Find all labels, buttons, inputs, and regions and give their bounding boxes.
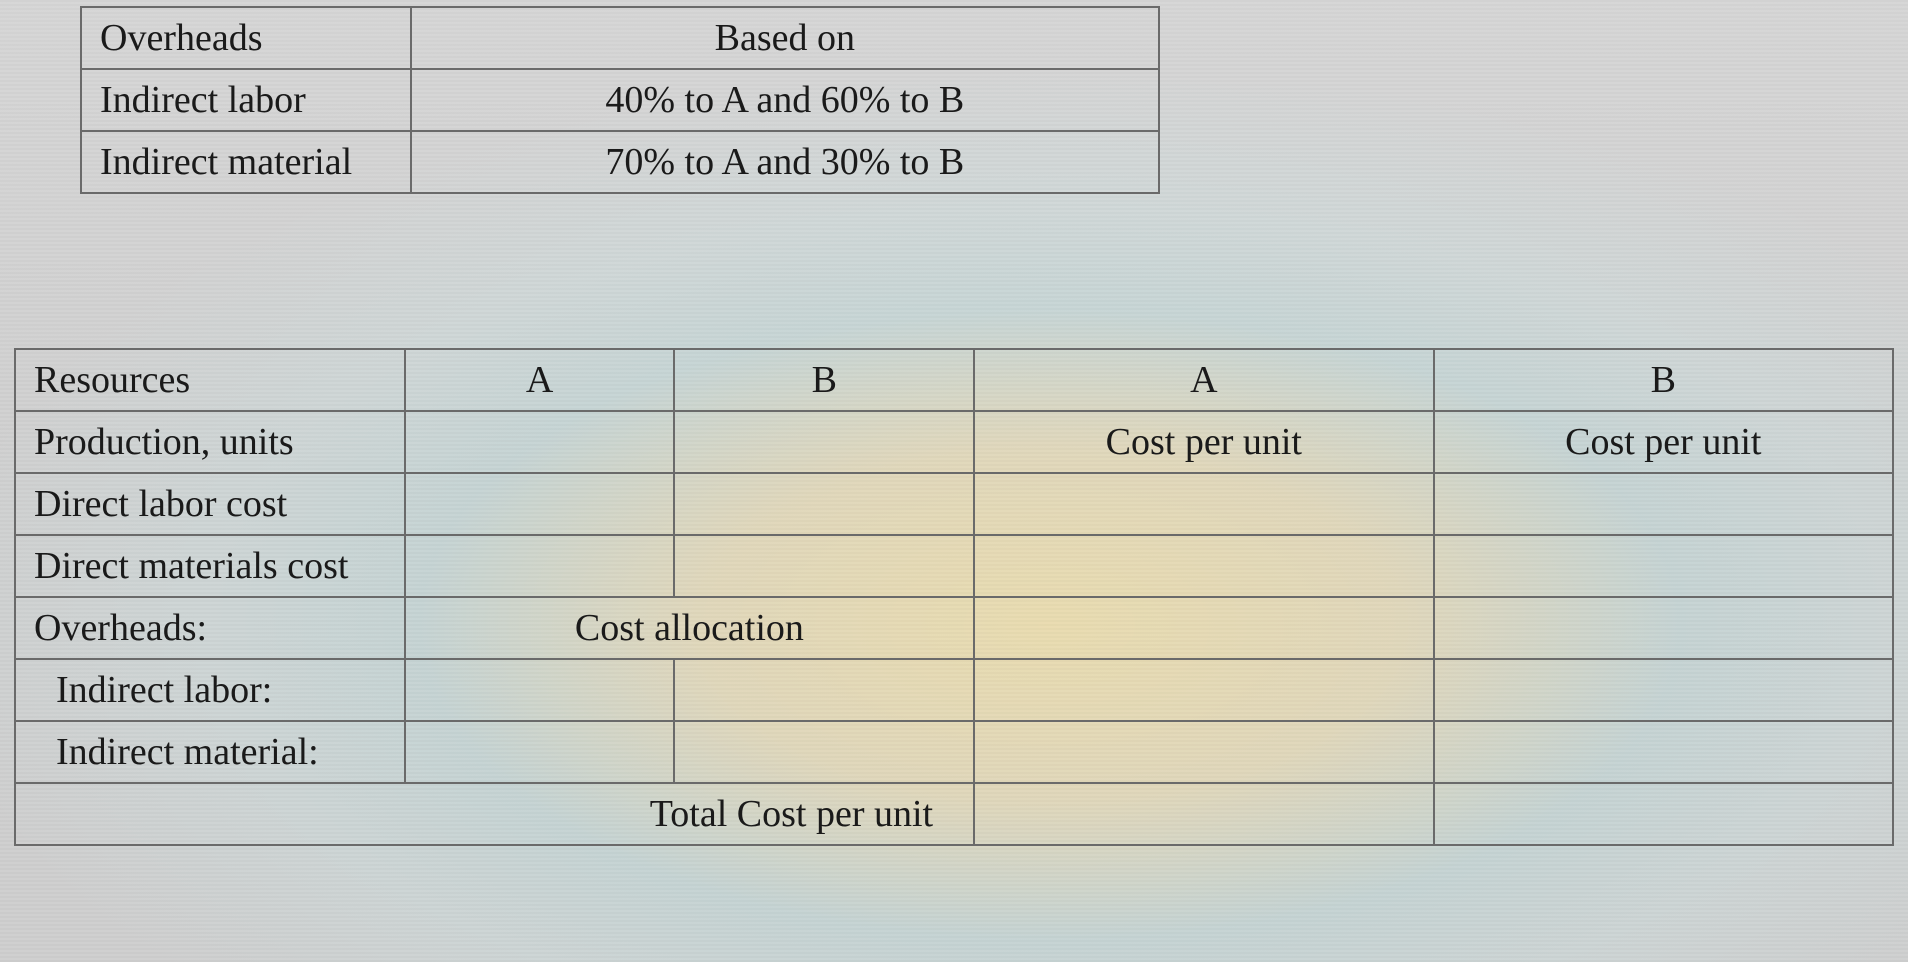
row-indirectlabor-b (674, 659, 974, 721)
row-indirectlabor-label: Indirect labor: (15, 659, 405, 721)
row-indirectlabor-a (405, 659, 675, 721)
row-indirectmaterial-cpu-b (1434, 721, 1893, 783)
cell-overheads-header: Overheads (81, 7, 411, 69)
table-row: Direct labor cost (15, 473, 1893, 535)
row-total-cpu-b (1434, 783, 1893, 845)
row-directmaterials-cpu-b (1434, 535, 1893, 597)
row-overheads-label: Overheads: (15, 597, 405, 659)
row-production-label: Production, units (15, 411, 405, 473)
row-indirectmaterial-cpu-a (974, 721, 1433, 783)
row-directlabor-cpu-a (974, 473, 1433, 535)
cell-indirect-material-basis: 70% to A and 30% to B (411, 131, 1159, 193)
header-a-cpu: A (974, 349, 1433, 411)
table-row: Total Cost per unit (15, 783, 1893, 845)
row-directlabor-b (674, 473, 974, 535)
row-directmaterials-cpu-a (974, 535, 1433, 597)
table-row: Resources A B A B (15, 349, 1893, 411)
table-row: Overheads Based on (81, 7, 1159, 69)
row-overheads-cpu-b (1434, 597, 1893, 659)
row-overheads-costallocation: Cost allocation (405, 597, 974, 659)
table-row: Production, units Cost per unit Cost per… (15, 411, 1893, 473)
header-b-cpu: B (1434, 349, 1893, 411)
row-directlabor-a (405, 473, 675, 535)
row-production-cpu-b: Cost per unit (1434, 411, 1893, 473)
header-resources: Resources (15, 349, 405, 411)
table-row: Indirect material 70% to A and 30% to B (81, 131, 1159, 193)
header-a: A (405, 349, 675, 411)
cell-indirect-material-label: Indirect material (81, 131, 411, 193)
table-row: Direct materials cost (15, 535, 1893, 597)
row-directmaterials-b (674, 535, 974, 597)
row-indirectlabor-cpu-b (1434, 659, 1893, 721)
row-overheads-cpu-a (974, 597, 1433, 659)
row-indirectmaterial-label: Indirect material: (15, 721, 405, 783)
row-total-label: Total Cost per unit (15, 783, 974, 845)
table-row: Indirect material: (15, 721, 1893, 783)
cell-indirect-labor-label: Indirect labor (81, 69, 411, 131)
cost-per-unit-table: Resources A B A B Production, units Cost… (14, 348, 1894, 846)
cell-basedon-header: Based on (411, 7, 1159, 69)
table-row: Indirect labor: (15, 659, 1893, 721)
row-indirectlabor-cpu-a (974, 659, 1433, 721)
row-production-a (405, 411, 675, 473)
table-row: Overheads: Cost allocation (15, 597, 1893, 659)
row-directlabor-cpu-b (1434, 473, 1893, 535)
header-b: B (674, 349, 974, 411)
overheads-allocation-table: Overheads Based on Indirect labor 40% to… (80, 6, 1160, 194)
row-production-cpu-a: Cost per unit (974, 411, 1433, 473)
row-directlabor-label: Direct labor cost (15, 473, 405, 535)
row-indirectmaterial-b (674, 721, 974, 783)
cell-indirect-labor-basis: 40% to A and 60% to B (411, 69, 1159, 131)
row-indirectmaterial-a (405, 721, 675, 783)
table-row: Indirect labor 40% to A and 60% to B (81, 69, 1159, 131)
row-directmaterials-label: Direct materials cost (15, 535, 405, 597)
row-directmaterials-a (405, 535, 675, 597)
row-production-b (674, 411, 974, 473)
row-total-cpu-a (974, 783, 1433, 845)
